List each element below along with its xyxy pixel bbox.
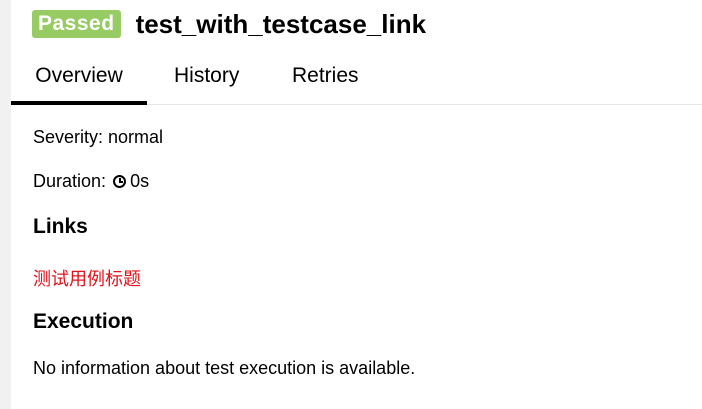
severity-text: Severity: normal <box>33 127 164 147</box>
clock-icon <box>113 175 127 188</box>
links-heading: Links <box>33 215 88 238</box>
test-header: Passed test_with_testcase_link <box>32 8 426 40</box>
tab-overview[interactable]: Overview <box>11 55 147 105</box>
left-sidebar-rail <box>0 0 11 409</box>
testcase-link[interactable]: 测试用例标题 <box>33 269 141 289</box>
tab-retries[interactable]: Retries <box>292 55 364 101</box>
duration-value: 0s <box>130 171 150 191</box>
tab-history[interactable]: History <box>174 55 242 101</box>
status-badge: Passed <box>32 10 121 38</box>
execution-info-text: No information about test execution is a… <box>33 358 416 378</box>
tab-bar: Overview History Retries <box>11 55 702 105</box>
duration-row: Duration: 0s <box>33 171 149 192</box>
duration-label: Duration: <box>33 171 107 191</box>
execution-heading: Execution <box>33 310 134 333</box>
test-title: test_with_testcase_link <box>135 8 427 39</box>
